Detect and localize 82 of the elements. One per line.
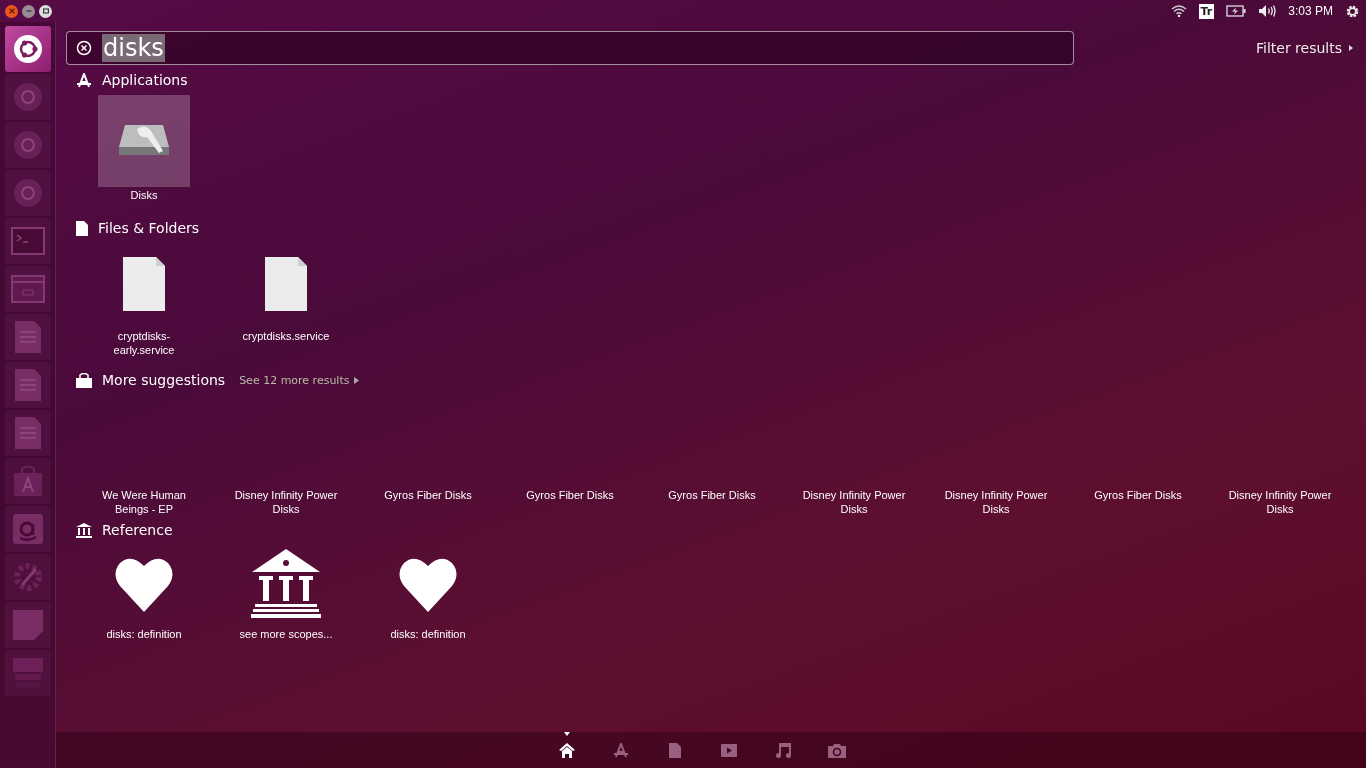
caret-icon (1348, 44, 1354, 52)
result-item[interactable]: We Were Human Beings - EP (73, 395, 215, 516)
circle-app-icon (11, 129, 44, 161)
maximize-icon (41, 7, 50, 15)
result-item[interactable]: Disney Infinity Power Disks (925, 395, 1067, 516)
dash-logo-icon (12, 34, 43, 64)
caret-icon (354, 376, 360, 384)
result-item[interactable]: Disney Infinity Power Disks (783, 395, 925, 516)
minimize-window-button[interactable] (22, 4, 35, 18)
minimize-icon (24, 7, 33, 15)
filter-results-button[interactable]: Filter results (1255, 40, 1354, 56)
shopping-bag-icon (12, 465, 43, 497)
apps-icon (613, 742, 629, 758)
launcher-item[interactable] (4, 26, 51, 72)
result-label: Disney Infinity Power Disks (1227, 488, 1333, 516)
circle-app-icon (11, 177, 44, 209)
result-label: Disney Infinity Power Disks (801, 488, 907, 516)
volume-icon[interactable] (1258, 4, 1277, 18)
close-icon (7, 7, 16, 15)
gear-wrench-icon (11, 561, 44, 593)
apps-icon (76, 72, 92, 88)
result-label: disks: definition (105, 627, 183, 641)
video-icon (721, 743, 737, 757)
settings-icon[interactable] (1345, 3, 1360, 19)
document-icon (13, 368, 42, 402)
result-item[interactable]: see more scopes... (215, 545, 357, 641)
heart-icon (399, 556, 457, 612)
section-heading: More suggestions (102, 372, 226, 388)
result-label: Gyros Fiber Disks (525, 488, 615, 502)
camera-icon (828, 742, 846, 758)
more-results-link[interactable]: See 12 more results (239, 373, 360, 387)
document-icon (123, 257, 165, 311)
note-icon (11, 609, 44, 641)
result-item[interactable]: cryptdisks.service (215, 243, 357, 365)
result-label: Gyros Fiber Disks (667, 488, 757, 502)
result-label: cryptdisks.service (241, 329, 331, 343)
result-item[interactable]: Gyros Fiber Disks (641, 395, 783, 516)
document-icon (265, 257, 307, 311)
file-icon (76, 220, 88, 236)
museum-icon (251, 549, 321, 619)
result-item[interactable]: Gyros Fiber Disks (1067, 395, 1209, 516)
pointer-icon (564, 732, 570, 736)
result-item[interactable]: disks: definition (357, 545, 499, 641)
document-icon (13, 320, 42, 354)
result-item[interactable]: Disney Infinity Power Disks (215, 395, 357, 516)
result-label: Gyros Fiber Disks (383, 488, 473, 502)
file-icon (669, 742, 681, 758)
letter-a-icon (11, 513, 44, 545)
result-item[interactable]: Gyros Fiber Disks (357, 395, 499, 516)
result-label: see more scopes... (238, 627, 334, 641)
section-heading: Files & Folders (98, 220, 200, 236)
museum-icon (76, 522, 92, 538)
result-item[interactable]: Gyros Fiber Disks (499, 395, 641, 516)
window-icon (10, 275, 45, 303)
search-field[interactable]: disks (66, 31, 1074, 65)
terminal-icon (10, 227, 45, 255)
heart-icon (115, 556, 173, 612)
shopping-bag-icon (76, 372, 92, 388)
result-item[interactable]: disks: definition (73, 545, 215, 641)
section-heading: Reference (102, 522, 173, 538)
result-label: Disney Infinity Power Disks (233, 488, 339, 516)
wifi-icon[interactable] (1170, 5, 1187, 17)
circle-app-icon (11, 81, 44, 113)
clear-icon[interactable] (76, 40, 92, 56)
home-icon (559, 742, 575, 758)
document-icon (13, 416, 42, 450)
result-label: We Were Human Beings - EP (101, 488, 187, 516)
close-window-button[interactable] (5, 4, 18, 18)
result-label: Gyros Fiber Disks (1093, 488, 1183, 502)
result-label: Disney Infinity Power Disks (943, 488, 1049, 516)
battery-icon[interactable] (1226, 5, 1247, 17)
keyboard-indicator[interactable]: Tr (1198, 3, 1215, 19)
section-heading: Applications (102, 72, 188, 88)
music-note-icon (775, 742, 791, 758)
clock-text[interactable]: 3:03 PM (1288, 4, 1333, 18)
workspaces-icon (10, 656, 45, 690)
result-label: disks: definition (389, 627, 467, 641)
result-item[interactable]: cryptdisks-early.service (73, 243, 215, 365)
result-item[interactable]: Disney Infinity Power Disks (1209, 395, 1351, 516)
result-label: cryptdisks-early.service (112, 329, 176, 357)
maximize-window-button[interactable] (39, 4, 52, 18)
result-label: Disks (129, 188, 159, 202)
